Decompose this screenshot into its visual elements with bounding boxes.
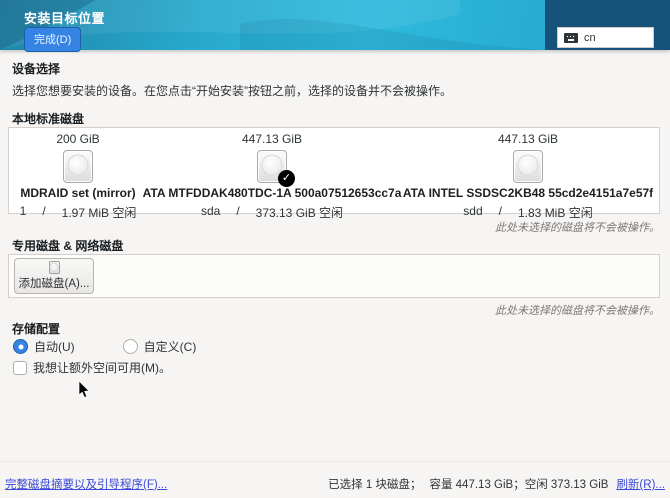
unselected-disks-note-2: 此处未选择的磁盘将不会被操作。 [495,302,660,318]
harddisk-icon [63,150,93,183]
disk-device: 1 [20,204,27,221]
keyboard-layout-label: cn [584,32,596,44]
disk-free: 373.13 GiB 空闲 [256,204,343,221]
storage-config-heading: 存储配置 [12,320,60,337]
disk-detail: 1 / 1.97 MiB 空闲 [20,204,137,221]
disk-device: sdd [463,204,482,221]
unselected-disks-note: 此处未选择的磁盘将不会被操作。 [495,219,660,235]
disk-name: ATA INTEL SSDSC2KB48 55cd2e4151a7e57f [403,186,653,202]
special-disks-panel: 添加磁盘(A)... [8,254,660,298]
page-title: 安装目标位置 [24,8,105,27]
disk-item-sdd[interactable]: 447.13 GiB ATA INTEL SSDSC2KB48 55cd2e41… [407,132,649,221]
add-disk-label: 添加磁盘(A)... [19,275,90,291]
disk-size: 200 GiB [56,132,99,148]
disk-summary-link[interactable]: 完整磁盘摘要以及引导程序(F)... [5,476,167,492]
refresh-link[interactable]: 刷新(R)... [616,476,665,492]
footer-bar: 完整磁盘摘要以及引导程序(F)... 已选择 1 块磁盘； 容量 447.13 … [0,461,670,498]
free-space-checkbox-row[interactable]: 我想让额外空间可用(M)。 [13,359,171,376]
disk-detail: sda / 373.13 GiB 空闲 [201,204,343,221]
storage-config-options: 自动(U) 自定义(C) [13,338,196,355]
radio-selected-icon[interactable] [13,339,28,354]
local-disks-heading: 本地标准磁盘 [12,110,84,127]
radio-unselected-icon[interactable] [123,339,138,354]
radio-option-custom[interactable]: 自定义(C) [123,338,197,355]
harddisk-icon [513,150,543,183]
checkbox-label: 我想让额外空间可用(M)。 [33,359,171,376]
done-button[interactable]: 完成(D) [24,27,81,52]
radio-label: 自动(U) [34,338,75,355]
device-selection-description: 选择您想要安装的设备。在您点击“开始安装”按钮之前，选择的设备并不会被操作。 [12,82,452,99]
checkbox-icon[interactable] [13,361,27,375]
header-bar: 安装目标位置 完成(D) cn [0,0,670,50]
status-selected-count: 已选择 1 块磁盘； [328,476,421,492]
keyboard-layout-selector[interactable]: cn [557,27,654,48]
device-selection-heading: 设备选择 [12,60,60,77]
special-disks-heading: 专用磁盘 & 网络磁盘 [12,237,123,254]
harddisk-icon [49,261,60,274]
disk-device: sda [201,204,220,221]
disk-name: ATA MTFDDAK480TDC-1A 500a07512653cc7a [143,186,402,202]
disk-size: 447.13 GiB [498,132,558,148]
status-capacity: 容量 447.13 GiB；空闲 373.13 GiB [429,476,608,492]
radio-option-automatic[interactable]: 自动(U) [13,338,75,355]
disk-item-sda[interactable]: 447.13 GiB ATA MTFDDAK480TDC-1A 500a0751… [151,132,393,221]
local-disks-panel: 200 GiB MDRAID set (mirror) 1 / 1.97 MiB… [8,127,660,214]
installation-destination-screen: 安装目标位置 完成(D) cn 设备选择 选择您想要安装的设备。在您点击“开始安… [0,0,670,498]
disk-size: 447.13 GiB [242,132,302,148]
keyboard-icon [564,33,578,43]
mouse-cursor-icon [78,381,90,399]
footer-status: 已选择 1 块磁盘； 容量 447.13 GiB；空闲 373.13 GiB 刷… [328,476,665,492]
separator: / [42,204,45,221]
radio-label: 自定义(C) [144,338,197,355]
disk-name: MDRAID set (mirror) [20,186,135,202]
separator: / [236,204,239,221]
selected-check-icon [278,170,295,187]
add-disk-button[interactable]: 添加磁盘(A)... [14,258,94,294]
disk-free: 1.97 MiB 空闲 [62,204,137,221]
disk-item-mdraid[interactable]: 200 GiB MDRAID set (mirror) 1 / 1.97 MiB… [19,132,137,221]
